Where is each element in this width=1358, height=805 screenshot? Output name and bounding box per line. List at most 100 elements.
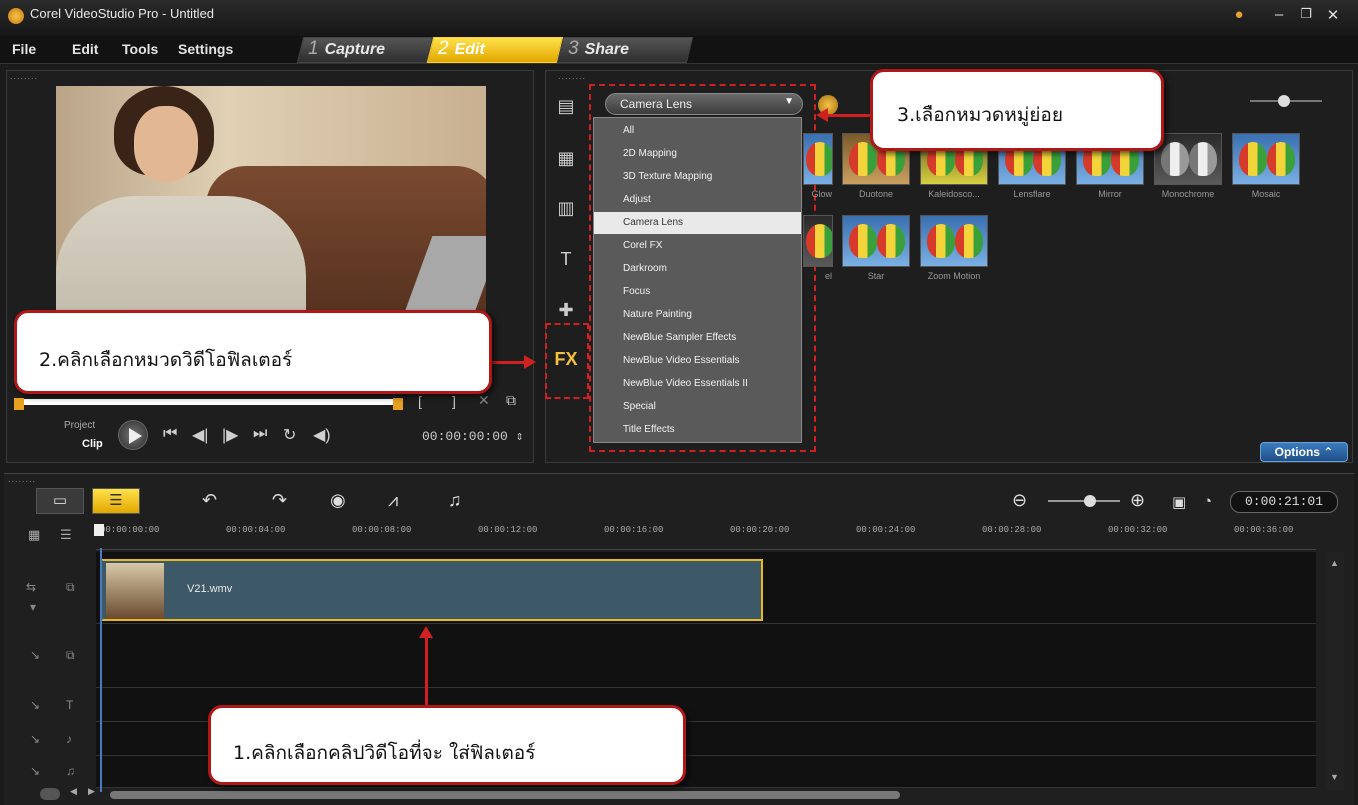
next-frame-icon[interactable]: |▶ [222, 425, 238, 445]
filter-thumbnail[interactable] [803, 133, 833, 185]
video-clip[interactable]: V21.wmv [101, 559, 763, 621]
menu-settings[interactable]: Settings [178, 41, 233, 57]
app-window: Corel VideoStudio Pro - Untitled ● – ❐ ✕… [0, 0, 1358, 805]
panel-grip: ........ [10, 71, 39, 81]
category-item[interactable]: All [594, 120, 801, 142]
filter-label: Lensflare [1013, 189, 1051, 199]
category-item[interactable]: NewBlue Video Essentials II [594, 373, 801, 395]
ripple-toggle-icon[interactable]: ↘ [30, 764, 40, 778]
filter-tab[interactable]: FX [548, 342, 584, 376]
minimize-icon[interactable]: – [1268, 6, 1290, 23]
filter-thumbnail[interactable] [920, 215, 988, 267]
horizontal-scrollbar[interactable] [110, 791, 900, 799]
category-item[interactable]: 2D Mapping [594, 143, 801, 165]
volume-icon[interactable]: ◀) [313, 425, 331, 445]
expand-icon[interactable]: ▾ [30, 600, 36, 614]
ripple-edit-icon[interactable]: ⇆ [26, 580, 36, 594]
category-item[interactable]: Focus [594, 281, 801, 303]
trim-start-handle[interactable] [14, 398, 24, 410]
graphic-tab-icon[interactable]: ✚ [553, 297, 579, 323]
music-track-icon: ♫ [66, 764, 75, 778]
enlarge-icon[interactable]: ⧉ [506, 392, 516, 409]
category-item[interactable]: Darkroom [594, 258, 801, 280]
ruler-tick: 00:00:36:00 [1234, 525, 1294, 535]
play-button[interactable] [118, 420, 148, 450]
category-item[interactable]: Corel FX [594, 235, 801, 257]
storyboard-view-button[interactable]: ▭ [36, 488, 84, 514]
preview-timecode[interactable]: 00:00:00:00 ⇕ [422, 429, 523, 444]
mark-in-button[interactable]: [ [418, 393, 422, 409]
menu-edit[interactable]: Edit [72, 41, 98, 57]
category-item-selected[interactable]: Camera Lens [594, 212, 801, 234]
category-item[interactable]: Adjust [594, 189, 801, 211]
project-duration-icon[interactable]: ◔ [1203, 493, 1212, 510]
auto-music-icon[interactable]: ♫ [448, 490, 462, 511]
filter-label: Glow [811, 189, 832, 199]
options-button[interactable]: Options ⌃ [1260, 442, 1348, 462]
filter-label: el [824, 271, 832, 281]
category-item[interactable]: Nature Painting [594, 304, 801, 326]
filter-label: Kaleidosco... [928, 189, 980, 199]
trim-end-handle[interactable] [393, 398, 403, 410]
zoom-in-icon[interactable]: ⊕ [1130, 490, 1145, 511]
previous-frame-icon[interactable]: ◀| [192, 425, 208, 445]
menu-tools[interactable]: Tools [122, 41, 158, 57]
filter-thumbnail[interactable] [1154, 133, 1222, 185]
thumbnail-size-slider[interactable] [1250, 95, 1322, 107]
ruler-tick: 00:00:04:00 [226, 525, 286, 535]
arrow-line [828, 114, 872, 117]
project-mode-label[interactable]: Project [64, 420, 95, 431]
filter-thumbnail[interactable] [842, 215, 910, 267]
scroll-down-icon[interactable]: ▼ [1330, 772, 1339, 782]
overlay-track[interactable] [96, 624, 1316, 688]
go-to-start-icon[interactable]: ⏮ [163, 425, 177, 443]
split-clip-icon[interactable]: ✕ [478, 392, 490, 409]
category-menu: All 2D Mapping 3D Texture Mapping Adjust… [593, 117, 802, 443]
filter-label: Mosaic [1251, 189, 1281, 199]
ruler-tick: 00:00:28:00 [982, 525, 1042, 535]
redo-icon[interactable]: ↷ [272, 490, 287, 511]
scroll-right-icon[interactable]: ▶ [88, 786, 95, 797]
help-icon[interactable]: ● [1228, 6, 1250, 23]
menu-file[interactable]: File [12, 41, 36, 57]
ripple-toggle-icon[interactable]: ↘ [30, 698, 40, 712]
transition-tab-icon[interactable]: ▦ [553, 145, 579, 171]
clip-mode-label[interactable]: Clip [82, 438, 103, 450]
category-item[interactable]: Special [594, 396, 801, 418]
filter-thumbnail[interactable] [1232, 133, 1300, 185]
timeline-view-button[interactable]: ☰ [92, 488, 140, 514]
record-capture-icon[interactable]: ◉ [330, 490, 346, 511]
callout-step-3: 3.เลือกหมวดหมู่ย่อย [870, 69, 1164, 151]
track-manager-icon[interactable]: ▦ [28, 527, 40, 543]
preview-scrubber[interactable] [20, 399, 398, 405]
scroll-left-icon[interactable]: ◀ [70, 786, 77, 797]
scroll-up-icon[interactable]: ▲ [1330, 558, 1339, 568]
playhead-marker[interactable] [94, 524, 104, 536]
ripple-toggle-icon[interactable]: ↘ [30, 732, 40, 746]
restore-icon[interactable]: ❐ [1295, 6, 1317, 22]
title-template-tab-icon[interactable]: ▥ [553, 195, 579, 221]
timeline-zoom-icon[interactable] [40, 788, 60, 800]
mark-out-button[interactable]: ] [452, 393, 456, 409]
go-to-end-icon[interactable]: ⏭ [253, 425, 267, 443]
voice-track-icon: ♪ [66, 732, 72, 746]
title-tab-icon[interactable]: T [553, 246, 579, 272]
category-item[interactable]: NewBlue Sampler Effects [594, 327, 801, 349]
time-ruler[interactable]: 00:00:00:00 00:00:04:00 00:00:08:00 00:0… [96, 522, 1316, 550]
zoom-out-icon[interactable]: ⊖ [1012, 490, 1027, 511]
repeat-icon[interactable]: ↻ [283, 425, 296, 445]
filter-thumbnail[interactable] [803, 215, 833, 267]
project-timecode[interactable]: 0:00:21:01 [1230, 491, 1338, 513]
category-item[interactable]: NewBlue Video Essentials [594, 350, 801, 372]
fit-project-icon[interactable]: ▣ [1172, 493, 1186, 511]
close-icon[interactable]: ✕ [1322, 6, 1344, 24]
sound-mixer-icon[interactable]: ⩘ [388, 490, 398, 511]
vertical-scrollbar[interactable] [1326, 552, 1344, 790]
ripple-toggle-icon[interactable]: ↘ [30, 648, 40, 662]
chapter-point-icon[interactable]: ☰ [60, 527, 72, 543]
zoom-slider[interactable] [1048, 495, 1120, 507]
category-item[interactable]: Title Effects [594, 419, 801, 441]
undo-icon[interactable]: ↶ [202, 490, 217, 511]
category-item[interactable]: 3D Texture Mapping [594, 166, 801, 188]
media-tab-icon[interactable]: ▤ [553, 93, 579, 119]
